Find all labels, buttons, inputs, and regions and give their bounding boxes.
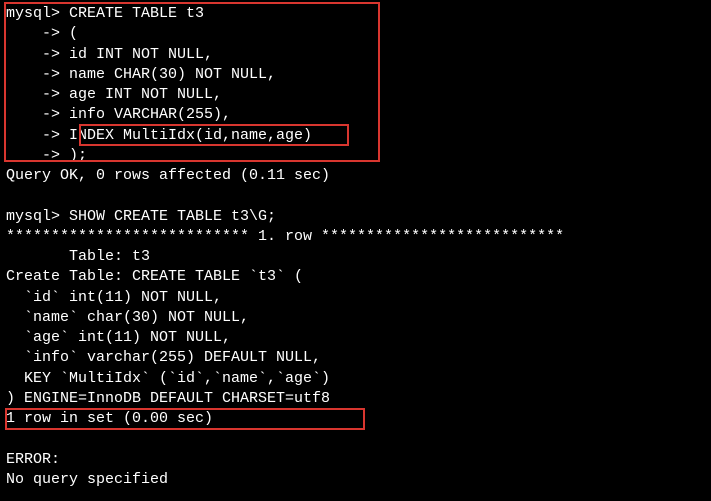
terminal-line: ) ENGINE=InnoDB DEFAULT CHARSET=utf8	[6, 389, 705, 409]
terminal-line: mysql> SHOW CREATE TABLE t3\G;	[6, 207, 705, 227]
terminal-line: -> INDEX MultiIdx(id,name,age)	[6, 126, 705, 146]
terminal-line: -> info VARCHAR(255),	[6, 105, 705, 125]
terminal-line: `name` char(30) NOT NULL,	[6, 308, 705, 328]
terminal-line: KEY `MultiIdx` (`id`,`name`,`age`)	[6, 369, 705, 389]
terminal-line: -> name CHAR(30) NOT NULL,	[6, 65, 705, 85]
terminal-line	[6, 186, 705, 206]
terminal-output[interactable]: mysql> CREATE TABLE t3 -> ( -> id INT NO…	[6, 4, 705, 490]
terminal-line: Table: t3	[6, 247, 705, 267]
terminal-line: 1 row in set (0.00 sec)	[6, 409, 705, 429]
terminal-line: `age` int(11) NOT NULL,	[6, 328, 705, 348]
terminal-line: No query specified	[6, 470, 705, 490]
terminal-line: Query OK, 0 rows affected (0.11 sec)	[6, 166, 705, 186]
terminal-line: `info` varchar(255) DEFAULT NULL,	[6, 348, 705, 368]
terminal-line: mysql> CREATE TABLE t3	[6, 4, 705, 24]
terminal-line: -> age INT NOT NULL,	[6, 85, 705, 105]
terminal-line: -> (	[6, 24, 705, 44]
terminal-line: ERROR:	[6, 450, 705, 470]
terminal-line: -> id INT NOT NULL,	[6, 45, 705, 65]
terminal-line	[6, 429, 705, 449]
terminal-line: *************************** 1. row *****…	[6, 227, 705, 247]
terminal-line: `id` int(11) NOT NULL,	[6, 288, 705, 308]
terminal-line: -> );	[6, 146, 705, 166]
terminal-line: Create Table: CREATE TABLE `t3` (	[6, 267, 705, 287]
